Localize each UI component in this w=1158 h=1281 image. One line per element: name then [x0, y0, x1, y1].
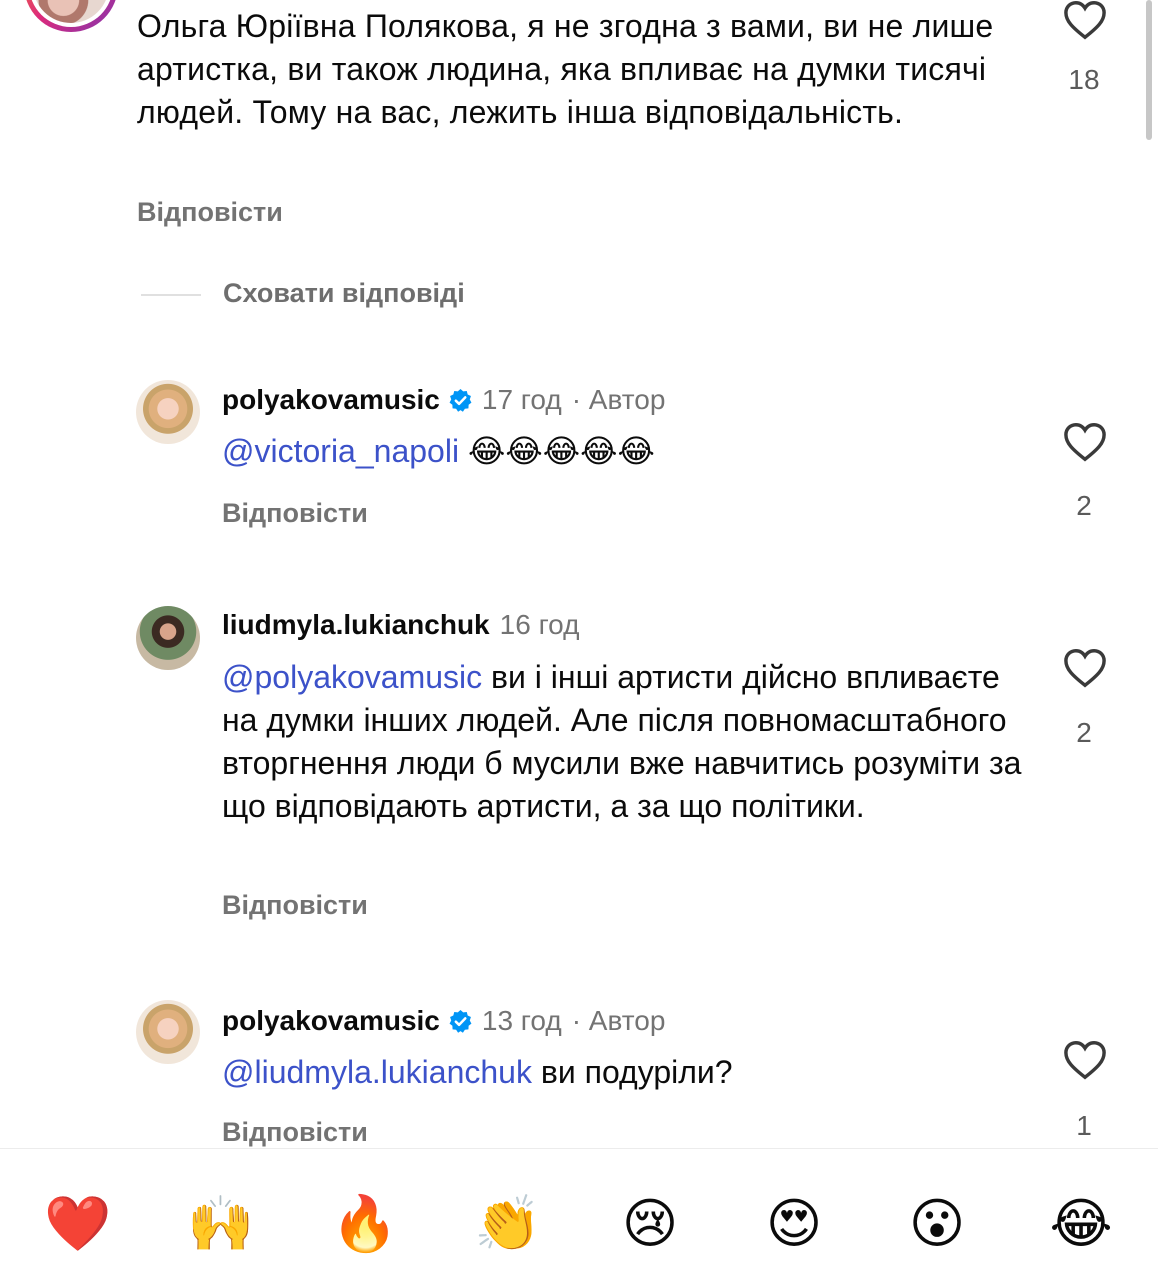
verified-badge-icon	[449, 1009, 472, 1033]
timestamp: 17 год	[481, 384, 562, 415]
timestamp: 13 год	[481, 1005, 562, 1036]
reply-button[interactable]: Відповісти	[137, 197, 283, 228]
raising-hands-emoji-icon[interactable]: 🙌	[187, 1192, 254, 1256]
hide-replies-button[interactable]: Сховати відповіді	[223, 278, 465, 309]
heart-outline-icon[interactable]	[1063, 0, 1107, 40]
reply-body: 😂😂😂😂😂	[459, 433, 655, 469]
reply-button[interactable]: Відповісти	[222, 890, 368, 921]
username[interactable]: polyakovamusic	[222, 1005, 440, 1037]
mention-link[interactable]: @liudmyla.lukianchuk	[222, 1054, 532, 1090]
comment-text: Ольга Юріївна Полякова, я не згодна з ва…	[137, 8, 994, 130]
surprised-face-emoji-icon[interactable]: 😮	[905, 1192, 969, 1256]
reply-text: @polyakovamusic ви і інші артисти дійсно…	[222, 656, 1022, 828]
avatar[interactable]	[136, 380, 200, 444]
avatar[interactable]	[136, 1000, 200, 1064]
heart-outline-icon[interactable]	[1063, 422, 1107, 462]
author-tag: · Автор	[571, 384, 666, 415]
avatar[interactable]	[136, 606, 200, 670]
like-count: 18	[1068, 64, 1100, 95]
heart-emoji-icon[interactable]: ❤️	[44, 1192, 111, 1256]
heart-outline-icon[interactable]	[1063, 648, 1107, 688]
reply-meta: liudmyla.lukianchuk 16 год	[222, 609, 579, 641]
reply-meta: polyakovamusic 13 год · Автор	[222, 1005, 665, 1037]
author-tag: · Автор	[571, 1005, 666, 1036]
commenter-avatar[interactable]	[24, 0, 118, 32]
heart-outline-icon[interactable]	[1063, 1040, 1107, 1080]
thread-divider	[141, 294, 201, 296]
reply-text: @victoria_napoli 😂😂😂😂😂	[222, 430, 1022, 473]
mention-link[interactable]: @polyakovamusic	[222, 659, 482, 695]
reply-text: @liudmyla.lukianchuk ви подуріли?	[222, 1051, 1022, 1094]
verified-badge-icon	[449, 388, 472, 412]
reply-button[interactable]: Відповісти	[222, 498, 368, 529]
like-count: 2	[1076, 717, 1092, 748]
reply-button[interactable]: Відповісти	[222, 1117, 368, 1148]
crying-face-emoji-icon[interactable]: 😢	[618, 1192, 682, 1256]
like-count: 2	[1076, 490, 1092, 521]
clapping-hands-emoji-icon[interactable]: 👏	[474, 1192, 541, 1256]
timestamp: 16 год	[499, 609, 580, 640]
reply-meta: polyakovamusic 17 год · Автор	[222, 384, 665, 416]
reply-body: ви подуріли?	[531, 1054, 733, 1090]
tears-of-joy-emoji-icon[interactable]: 😂	[1049, 1192, 1113, 1256]
username[interactable]: polyakovamusic	[222, 384, 440, 416]
quick-reaction-bar	[0, 1148, 1158, 1281]
fire-emoji-icon[interactable]: 🔥	[331, 1192, 398, 1256]
heart-eyes-emoji-icon[interactable]: 😍	[762, 1192, 826, 1256]
username[interactable]: liudmyla.lukianchuk	[222, 609, 490, 641]
mention-link[interactable]: @victoria_napoli	[222, 433, 459, 469]
like-count: 1	[1076, 1110, 1092, 1141]
scrollbar[interactable]	[1146, 0, 1152, 140]
